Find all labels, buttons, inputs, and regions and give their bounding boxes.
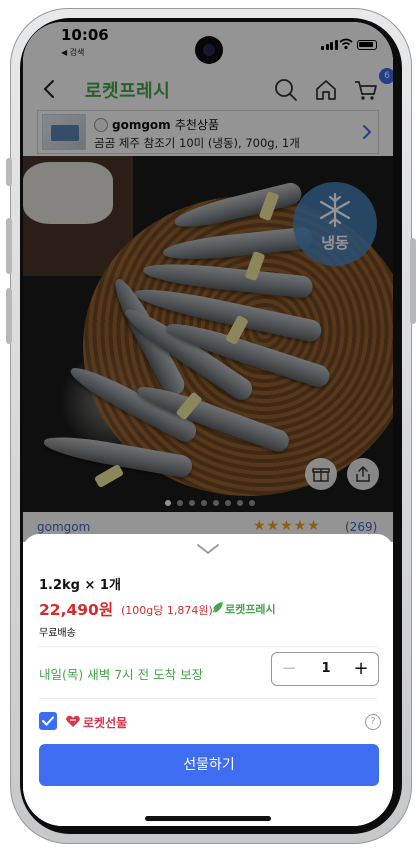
- sale-price: 22,490원: [39, 601, 114, 619]
- send-gift-button[interactable]: 선물하기: [39, 744, 379, 786]
- gift-checkbox[interactable]: [39, 712, 57, 730]
- free-shipping-label: 무료배송: [39, 628, 76, 639]
- quantity-increase-button[interactable]: +: [346, 653, 376, 685]
- chevron-down-icon[interactable]: [195, 542, 221, 556]
- help-icon[interactable]: ?: [365, 714, 381, 730]
- divider: [39, 698, 377, 699]
- volume-up-button: [6, 218, 12, 274]
- screen: 10:06 ◀ 검색 로켓프레시 6 gomgom 추천상품 곰곰 제주 참조기…: [23, 22, 393, 826]
- rocket-fresh-tag: 로켓프레시: [225, 603, 276, 616]
- quantity-value[interactable]: 1: [306, 653, 346, 685]
- delivery-guarantee: 내일(목) 새벽 7시 전 도착 보장: [39, 667, 204, 682]
- quantity-decrease-button[interactable]: −: [274, 653, 304, 685]
- quantity-stepper: − 1 +: [271, 652, 379, 686]
- divider: [39, 646, 377, 647]
- rocket-gift-label: 로켓선물: [83, 716, 128, 730]
- home-indicator: [145, 816, 271, 821]
- rocket-icon: [212, 602, 223, 613]
- purchase-bottom-sheet: 1.2kg × 1개 22,490원 (100g당 1,874원) 로켓프레시 …: [23, 534, 393, 826]
- rocket-gift-heart-icon: [66, 715, 80, 727]
- modal-backdrop[interactable]: [23, 22, 393, 542]
- checkmark-icon: [42, 716, 54, 726]
- selected-option: 1.2kg × 1개: [39, 578, 121, 593]
- volume-down-button: [6, 288, 12, 344]
- power-button: [410, 238, 416, 324]
- mute-switch: [6, 158, 12, 186]
- unit-price: (100g당 1,874원): [121, 604, 213, 617]
